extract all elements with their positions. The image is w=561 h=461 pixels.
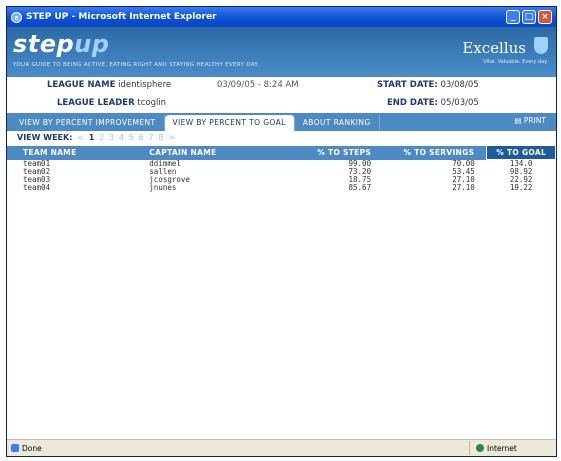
week-selector: VIEW WEEK: < 1 2 3 4 5 6 7 8 > [7,131,556,145]
ranking-table: TEAM NAME CAPTAIN NAME % TO STEPS % TO S… [7,145,556,192]
end-date-label: END DATE: [387,98,438,108]
league-name: LEAGUE NAME identisphere [47,80,171,90]
league-leader-value: tcoglin [137,98,167,108]
header-captain-name[interactable]: CAPTAIN NAME [119,146,293,160]
print-label: PRINT [523,116,546,125]
printer-icon: ▤ [514,116,522,125]
stepup-logo[interactable]: stepup [13,30,109,58]
view-tabs: VIEW BY PERCENT IMPROVEMENT VIEW BY PERC… [7,113,556,131]
league-leader-label: LEAGUE LEADER [57,98,135,108]
week-5[interactable]: 5 [129,133,134,142]
logo-up: up [74,30,110,58]
week-1[interactable]: 1 [89,133,95,142]
print-button[interactable]: ▤ PRINT [514,116,546,125]
week-8[interactable]: 8 [158,133,163,142]
week-3[interactable]: 3 [109,133,114,142]
captain-name: jcosgrove [149,175,190,184]
title-bar[interactable]: e STEP UP - Microsoft Internet Explorer … [7,7,556,27]
league-name-value: identisphere [118,80,172,90]
pct-servings: 27.10 [452,183,475,192]
league-leader: LEAGUE LEADER tcoglin [57,98,166,108]
security-zone: Internet [469,441,556,455]
window-title: STEP UP - Microsoft Internet Explorer [26,12,217,22]
status-text: Done [22,443,42,453]
zone-text: Internet [487,443,517,453]
status-done: Done [7,444,469,453]
svg-text:e: e [15,15,19,22]
week-4[interactable]: 4 [119,133,124,142]
captain-name: jnunes [149,183,177,192]
week-prev[interactable]: < [77,133,84,142]
maximize-button[interactable]: □ [522,10,536,24]
header-pct-goal[interactable]: % TO GOAL [486,145,556,160]
shield-logo-icon [534,37,548,54]
end-date: END DATE: 05/03/05 [387,98,479,108]
table-row: team04 jnunes 85.67 27.10 19.22 [7,184,556,192]
page-icon [11,444,19,452]
captain-name: sallen [149,167,177,176]
start-date: START DATE: 03/08/05 [377,80,479,90]
brand-slogan: Vital. Valuable. Every day. [483,59,548,65]
tagline: YOUR GUIDE TO BEING ACTIVE, EATING RIGHT… [13,62,259,68]
page-content: stepup YOUR GUIDE TO BEING ACTIVE, EATIN… [7,27,556,440]
site-banner: stepup YOUR GUIDE TO BEING ACTIVE, EATIN… [7,27,556,77]
header-pct-steps[interactable]: % TO STEPS [294,146,377,160]
browser-window: e STEP UP - Microsoft Internet Explorer … [6,6,557,457]
start-date-label: START DATE: [377,80,438,90]
table-header-row: TEAM NAME CAPTAIN NAME % TO STEPS % TO S… [7,145,556,160]
header-pct-servings[interactable]: % TO SERVINGS [377,146,487,160]
team-name: team04 [23,183,51,192]
minimize-button[interactable]: _ [506,10,520,24]
ie-icon: e [11,11,22,23]
start-date-value: 03/08/05 [440,80,479,90]
tab-percent-improvement[interactable]: VIEW BY PERCENT IMPROVEMENT [11,115,165,131]
week-6[interactable]: 6 [139,133,144,142]
tab-about-ranking[interactable]: ABOUT RANKING [295,115,380,131]
week-7[interactable]: 7 [149,133,154,142]
globe-icon [476,444,484,452]
logo-step: step [13,30,75,58]
pct-goal: 19.22 [509,183,533,192]
status-bar: Done Internet [7,439,556,456]
captain-name: ddimmel [149,158,181,168]
header-team-name[interactable]: TEAM NAME [7,146,119,160]
league-name-label: LEAGUE NAME [47,80,116,90]
current-datetime: 03/09/05 - 8:24 AM [217,80,299,90]
pct-steps: 85.67 [348,183,372,192]
league-info: LEAGUE NAME identisphere 03/09/05 - 8:24… [7,77,556,113]
week-label: VIEW WEEK: [17,133,73,142]
excellus-brand: Excellus [462,39,526,57]
end-date-value: 05/03/05 [440,98,479,108]
close-button[interactable]: × [538,10,552,24]
tab-percent-to-goal[interactable]: VIEW BY PERCENT TO GOAL [164,115,295,131]
week-next[interactable]: > [168,133,175,142]
week-2[interactable]: 2 [99,133,104,142]
